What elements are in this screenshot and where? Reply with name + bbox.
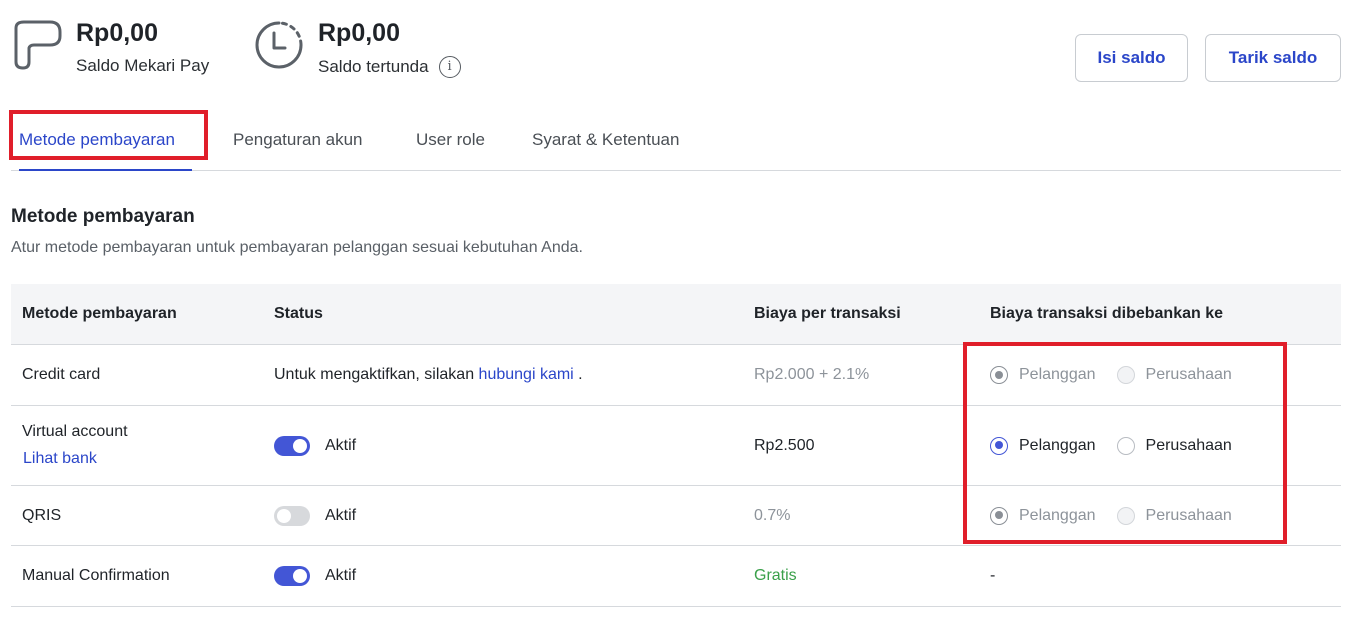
table-row: Manual Confirmation Aktif Gratis - <box>11 546 1341 607</box>
table-header: Metode pembayaran Status Biaya per trans… <box>11 284 1341 345</box>
tab-account-settings[interactable]: Pengaturan akun <box>233 110 363 170</box>
status-label: Aktif <box>325 436 357 454</box>
toggle-knob <box>277 508 291 523</box>
clock-icon <box>255 21 303 69</box>
method-name: Virtual account <box>22 423 128 440</box>
pending-balance: Rp0,00 Saldo tertunda i <box>252 18 461 78</box>
method-name: Credit card <box>22 366 101 383</box>
pending-amount: Rp0,00 <box>318 19 400 47</box>
pending-label-wrap: Saldo tertunda i <box>318 56 461 78</box>
status-text-suffix: . <box>573 366 583 383</box>
fee-value: Rp2.000 + 2.1% <box>754 366 870 383</box>
pending-label: Saldo tertunda <box>318 57 429 76</box>
status-toggle[interactable] <box>274 566 310 586</box>
fee-value: Gratis <box>754 567 797 584</box>
charge-highlight-box <box>963 342 1287 544</box>
status-text: Untuk mengaktifkan, silakan <box>274 366 479 383</box>
tab-highlight-box <box>9 110 208 160</box>
status-toggle[interactable] <box>274 505 310 526</box>
view-banks-link[interactable]: Lihat bank <box>23 450 97 468</box>
contact-us-link[interactable]: hubungi kami <box>479 366 574 384</box>
topup-button[interactable]: Isi saldo <box>1075 34 1188 82</box>
method-cell: Virtual account Lihat bank <box>22 406 128 485</box>
tab-user-role[interactable]: User role <box>416 110 485 170</box>
charge-value: - <box>990 567 996 584</box>
section-title: Metode pembayaran <box>11 206 195 227</box>
status-label: Aktif <box>325 567 357 584</box>
status-cell: Aktif <box>274 486 356 545</box>
info-icon[interactable]: i <box>438 56 461 78</box>
section-description: Atur metode pembayaran untuk pembayaran … <box>11 239 583 256</box>
wallet-amount: Rp0,00 <box>76 19 158 47</box>
withdraw-button[interactable]: Tarik saldo <box>1205 34 1341 82</box>
status-cell: Aktif <box>274 546 356 606</box>
status-toggle[interactable] <box>274 435 310 456</box>
status-label: Aktif <box>325 506 357 524</box>
tab-bar: Metode pembayaran Pengaturan akun User r… <box>11 110 1341 171</box>
fee-value: Rp2.500 <box>754 436 815 454</box>
status-cell: Aktif <box>274 406 356 485</box>
method-name: Manual Confirmation <box>22 567 170 584</box>
toggle-knob <box>293 569 307 583</box>
wallet-label: Saldo Mekari Pay <box>76 56 210 75</box>
column-header-fee: Biaya per transaksi <box>754 305 901 322</box>
column-header-method: Metode pembayaran <box>22 305 177 322</box>
wallet-balance: Rp0,00 Saldo Mekari Pay <box>10 18 209 76</box>
wallet-icon <box>14 20 62 70</box>
column-header-status: Status <box>274 305 323 322</box>
tab-terms[interactable]: Syarat & Ketentuan <box>532 110 679 170</box>
fee-value: 0.7% <box>754 506 791 524</box>
column-header-charged-to: Biaya transaksi dibebankan ke <box>990 305 1223 322</box>
method-name: QRIS <box>22 506 62 524</box>
status-cell: Untuk mengaktifkan, silakan hubungi kami… <box>274 345 583 405</box>
toggle-knob <box>293 438 307 453</box>
